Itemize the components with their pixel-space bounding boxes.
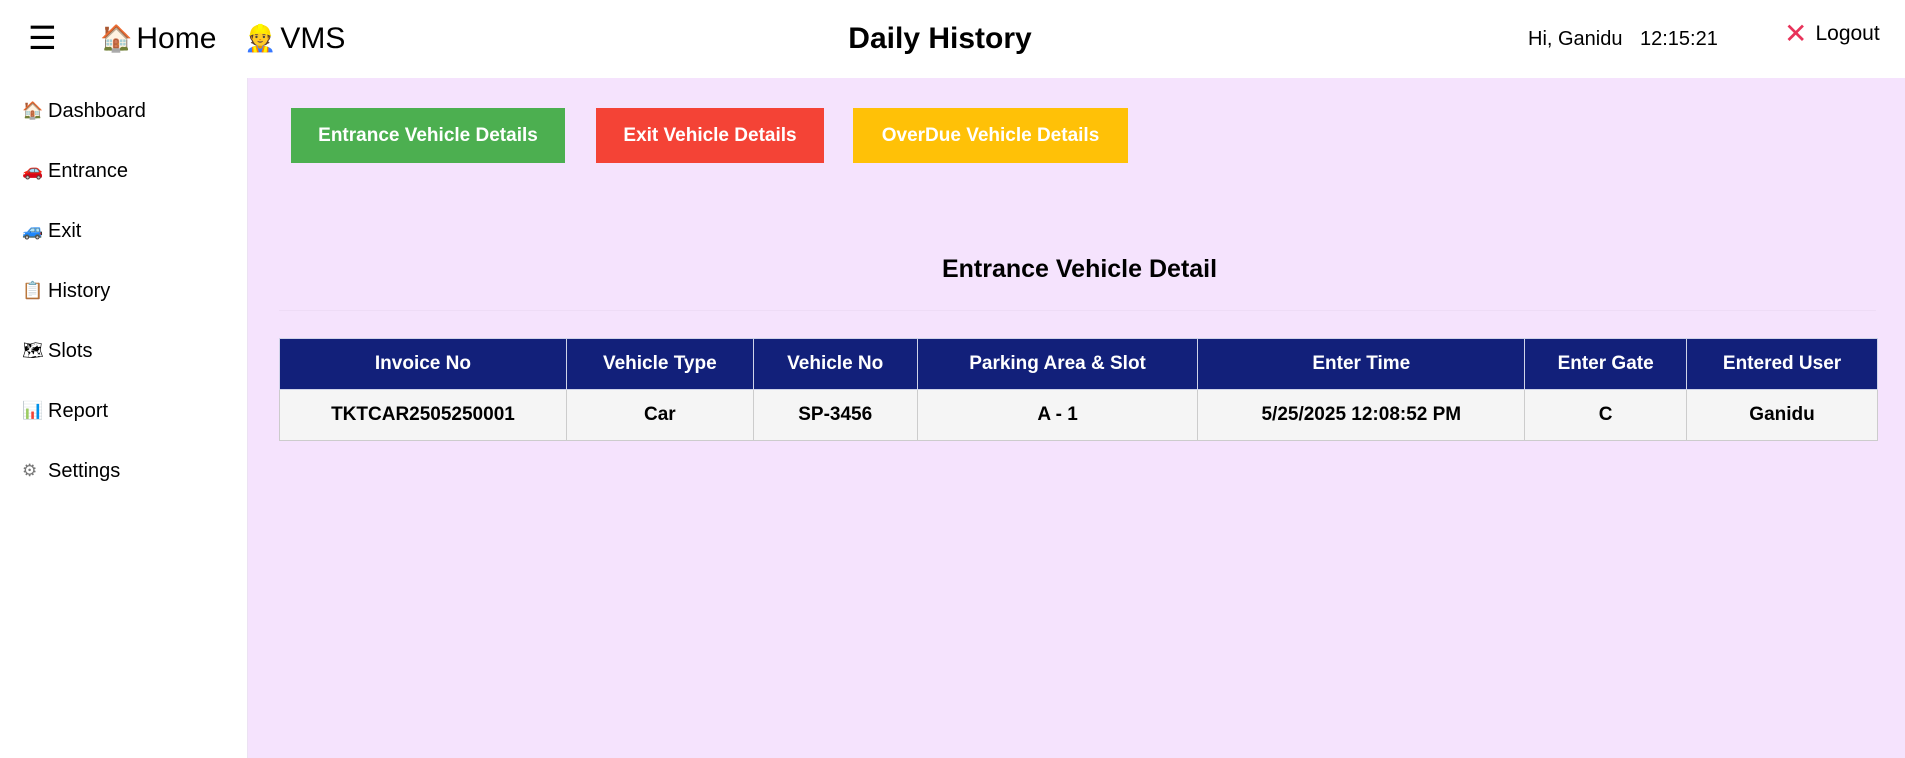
sidebar-item-label: History — [48, 280, 111, 302]
sidebar-item-report[interactable]: 📊 Report — [22, 398, 108, 424]
column-header-parking-area-slot: Parking Area & Slot — [916, 338, 1199, 390]
cell-enter-time: 5/25/2025 12:08:52 PM — [1197, 389, 1526, 441]
logout-button[interactable]: ✕ Logout — [1784, 20, 1880, 48]
cell-enter-gate: C — [1524, 389, 1688, 441]
cell-entered-user: Ganidu — [1686, 389, 1878, 441]
sidebar-item-label: Exit — [48, 220, 82, 242]
exit-vehicle-details-button[interactable]: Exit Vehicle Details — [596, 108, 824, 163]
column-header-enter-gate: Enter Gate — [1524, 338, 1688, 390]
sidebar-item-label: Slots — [48, 340, 93, 362]
sidebar-item-dashboard[interactable]: 🏠 Dashboard — [22, 98, 146, 124]
column-header-vehicle-no: Vehicle No — [752, 338, 918, 390]
sidebar-item-label: Report — [48, 400, 109, 422]
user-greeting: Hi, Ganidu — [1528, 28, 1623, 50]
sidebar-item-label: Entrance — [48, 160, 129, 182]
clipboard-icon: 📋 — [22, 281, 44, 301]
column-header-vehicle-type: Vehicle Type — [565, 338, 754, 390]
overdue-vehicle-details-button[interactable]: OverDue Vehicle Details — [853, 108, 1128, 163]
bar-chart-icon: 📊 — [22, 401, 44, 421]
sidebar-item-settings[interactable]: ⚙ Settings — [22, 458, 120, 484]
top-navbar: ☰ 🏠 Home 👷 VMS Daily History Hi, Ganidu … — [0, 0, 1905, 78]
cell-invoice-no: TKTCAR2505250001 — [279, 389, 567, 441]
gear-icon: ⚙ — [22, 461, 38, 481]
red-car-icon: 🚗 — [22, 161, 44, 181]
entrance-vehicle-table: Invoice No Vehicle Type Vehicle No Parki… — [279, 338, 1878, 441]
divider — [279, 310, 1876, 311]
column-header-invoice-no: Invoice No — [279, 338, 567, 390]
sidebar-item-exit[interactable]: 🚙 Exit — [22, 218, 81, 244]
sidebar-item-label: Settings — [48, 460, 121, 482]
table-header-row: Invoice No Vehicle Type Vehicle No Parki… — [279, 338, 1878, 390]
cell-vehicle-type: Car — [565, 389, 754, 441]
clock: 12:15:21 — [1640, 28, 1718, 50]
entrance-vehicle-details-button[interactable]: Entrance Vehicle Details — [291, 108, 565, 163]
house-icon: 🏠 — [22, 101, 44, 121]
column-header-enter-time: Enter Time — [1197, 338, 1526, 390]
cell-vehicle-no: SP-3456 — [752, 389, 918, 441]
main-content: Entrance Vehicle Details Exit Vehicle De… — [248, 78, 1905, 758]
sidebar-item-history[interactable]: 📋 History — [22, 278, 110, 304]
blue-car-icon: 🚙 — [22, 221, 44, 241]
column-header-entered-user: Entered User — [1686, 338, 1878, 390]
logout-label: Logout — [1815, 22, 1880, 45]
sidebar-item-entrance[interactable]: 🚗 Entrance — [22, 158, 128, 184]
section-title: Entrance Vehicle Detail — [941, 255, 1218, 283]
table-row: TKTCAR2505250001 Car SP-3456 A - 1 5/25/… — [279, 389, 1878, 441]
sidebar: 🏠 Dashboard 🚗 Entrance 🚙 Exit 📋 History … — [0, 78, 248, 758]
cell-parking-area-slot: A - 1 — [916, 389, 1199, 441]
map-icon: 🗺 — [22, 341, 44, 361]
close-x-icon: ✕ — [1784, 17, 1808, 50]
sidebar-item-label: Dashboard — [48, 100, 146, 122]
sidebar-item-slots[interactable]: 🗺 Slots — [22, 338, 92, 364]
